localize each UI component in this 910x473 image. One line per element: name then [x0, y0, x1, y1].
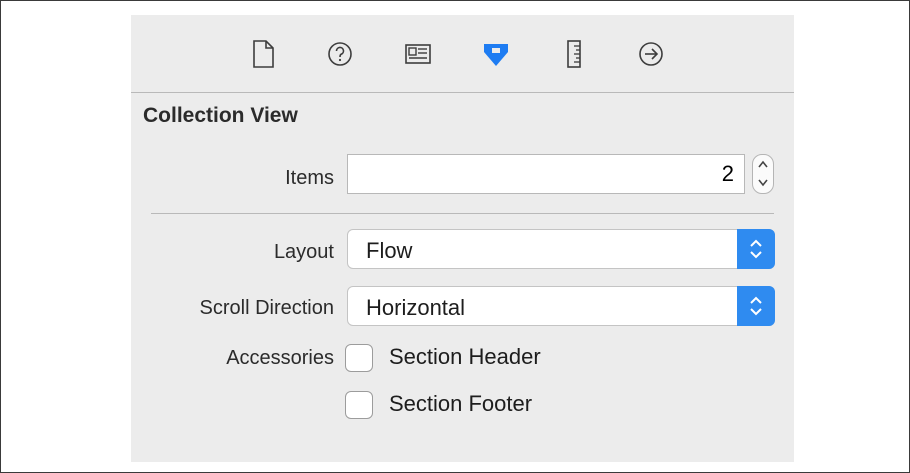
- accessories-label: Accessories: [226, 347, 334, 369]
- stepper-up-icon[interactable]: [753, 155, 773, 174]
- section-title: Collection View: [143, 104, 298, 127]
- attributes-inspector-icon[interactable]: [481, 37, 511, 71]
- file-inspector-icon[interactable]: [248, 37, 278, 71]
- scroll-direction-label: Scroll Direction: [199, 297, 334, 319]
- scroll-direction-select-value: Horizontal: [366, 295, 466, 320]
- items-stepper[interactable]: [752, 154, 774, 194]
- stepper-down-icon[interactable]: [753, 174, 773, 193]
- section-header-label[interactable]: Section Header: [389, 344, 541, 370]
- identity-inspector-icon[interactable]: [403, 37, 433, 71]
- layout-select-value: Flow: [366, 238, 413, 263]
- inspector-panel: Collection View Items Layout Flow Scroll…: [131, 15, 794, 462]
- items-field[interactable]: [347, 154, 745, 194]
- screenshot-frame: Collection View Items Layout Flow Scroll…: [0, 0, 910, 473]
- scroll-direction-select-arrow-icon[interactable]: [737, 286, 775, 326]
- items-label: Items: [285, 167, 334, 189]
- layout-select-arrow-icon[interactable]: [737, 229, 775, 269]
- section-footer-checkbox[interactable]: [345, 391, 373, 419]
- scroll-direction-select[interactable]: Horizontal: [347, 286, 775, 326]
- layout-select[interactable]: Flow: [347, 229, 775, 269]
- section-footer-label[interactable]: Section Footer: [389, 391, 532, 417]
- quick-help-icon[interactable]: [325, 37, 355, 71]
- section-divider: [151, 213, 774, 214]
- inspector-toolbar: [131, 15, 794, 92]
- section-header-checkbox[interactable]: [345, 344, 373, 372]
- layout-label: Layout: [273, 241, 334, 263]
- size-inspector-icon[interactable]: [559, 37, 589, 71]
- toolbar-divider: [131, 92, 794, 93]
- connections-inspector-icon[interactable]: [636, 37, 666, 71]
